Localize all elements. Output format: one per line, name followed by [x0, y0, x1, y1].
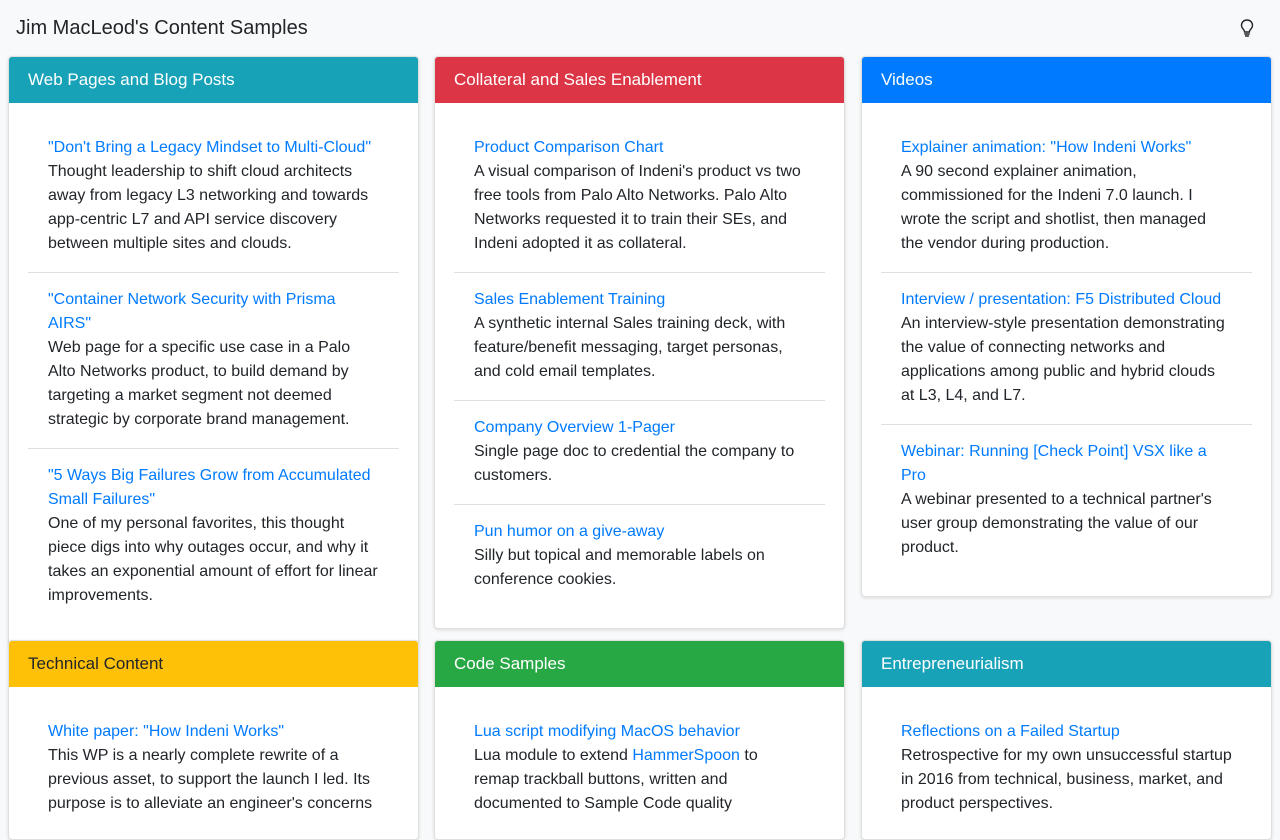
item-description: An interview-style presentation demonstr… — [901, 315, 1225, 404]
item-link[interactable]: "5 Ways Big Failures Grow from Accumulat… — [48, 464, 379, 512]
list-item: Company Overview 1-Pager Single page doc… — [454, 409, 825, 505]
card-header: Web Pages and Blog Posts — [9, 57, 418, 103]
item-description: A 90 second explainer animation, commiss… — [901, 163, 1207, 252]
item-description: A webinar presented to a technical partn… — [901, 491, 1212, 556]
list-item: Explainer animation: "How Indeni Works" … — [881, 129, 1252, 273]
item-link[interactable]: Webinar: Running [Check Point] VSX like … — [901, 440, 1232, 488]
card-web-pages: Web Pages and Blog Posts "Don't Bring a … — [8, 56, 419, 645]
card-collateral: Collateral and Sales Enablement Product … — [434, 56, 845, 629]
card-header: Videos — [862, 57, 1271, 103]
card-body: "Don't Bring a Legacy Mindset to Multi-C… — [9, 103, 418, 644]
item-link[interactable]: White paper: "How Indeni Works" — [48, 720, 379, 744]
card-body: Product Comparison Chart A visual compar… — [435, 103, 844, 628]
list-item: "5 Ways Big Failures Grow from Accumulat… — [28, 457, 399, 624]
item-link[interactable]: Explainer animation: "How Indeni Works" — [901, 136, 1232, 160]
card-header: Collateral and Sales Enablement — [435, 57, 844, 103]
card-header: Entrepreneurialism — [862, 641, 1271, 687]
list-item: "Container Network Security with Prisma … — [28, 281, 399, 449]
card-videos: Videos Explainer animation: "How Indeni … — [861, 56, 1272, 597]
lightbulb-icon[interactable] — [1237, 18, 1257, 38]
item-link[interactable]: Reflections on a Failed Startup — [901, 720, 1232, 744]
item-description: One of my personal favorites, this thoug… — [48, 515, 378, 604]
list-item: Webinar: Running [Check Point] VSX like … — [881, 433, 1252, 576]
item-description: Silly but topical and memorable labels o… — [474, 547, 765, 588]
list-item: Pun humor on a give-away Silly but topic… — [454, 513, 825, 608]
item-link[interactable]: "Don't Bring a Legacy Mindset to Multi-C… — [48, 136, 379, 160]
item-link[interactable]: Sales Enablement Training — [474, 288, 805, 312]
card-code-samples: Code Samples Lua script modifying MacOS … — [434, 640, 845, 840]
card-header: Technical Content — [9, 641, 418, 687]
list-item: "Don't Bring a Legacy Mindset to Multi-C… — [28, 129, 399, 273]
item-link[interactable]: Company Overview 1-Pager — [474, 416, 805, 440]
item-link[interactable]: Interview / presentation: F5 Distributed… — [901, 288, 1232, 312]
list-item: White paper: "How Indeni Works" This WP … — [28, 713, 399, 832]
card-body: Lua script modifying MacOS behavior Lua … — [435, 687, 844, 839]
item-description: Lua module to extend HammerSpoon to rema… — [474, 744, 805, 816]
card-body: White paper: "How Indeni Works" This WP … — [9, 687, 418, 839]
list-item: Product Comparison Chart A visual compar… — [454, 129, 825, 273]
hammerspoon-link[interactable]: HammerSpoon — [632, 747, 740, 764]
list-item: Interview / presentation: F5 Distributed… — [881, 281, 1252, 425]
card-entrepreneurialism: Entrepreneurialism Reflections on a Fail… — [861, 640, 1272, 840]
item-description: Retrospective for my own unsuccessful st… — [901, 747, 1232, 812]
list-item: Sales Enablement Training A synthetic in… — [454, 281, 825, 401]
site-title: Jim MacLeod's Content Samples — [16, 17, 308, 39]
list-item: Lua script modifying MacOS behavior Lua … — [454, 713, 825, 832]
top-bar: Jim MacLeod's Content Samples — [0, 0, 1280, 56]
item-link[interactable]: Pun humor on a give-away — [474, 520, 805, 544]
card-body: Reflections on a Failed Startup Retrospe… — [862, 687, 1271, 839]
item-link[interactable]: Product Comparison Chart — [474, 136, 805, 160]
item-description: Web page for a specific use case in a Pa… — [48, 339, 351, 428]
item-link[interactable]: Lua script modifying MacOS behavior — [474, 720, 805, 744]
item-description: A visual comparison of Indeni's product … — [474, 163, 801, 252]
description-text: Lua module to extend — [474, 747, 633, 764]
item-description: Thought leadership to shift cloud archit… — [48, 163, 369, 252]
card-body: Explainer animation: "How Indeni Works" … — [862, 103, 1271, 596]
item-description: A synthetic internal Sales training deck… — [474, 315, 786, 380]
item-description: Single page doc to credential the compan… — [474, 443, 795, 484]
item-link[interactable]: "Container Network Security with Prisma … — [48, 288, 379, 336]
card-technical-content: Technical Content White paper: "How Inde… — [8, 640, 419, 840]
card-header: Code Samples — [435, 641, 844, 687]
item-description: This WP is a nearly complete rewrite of … — [48, 747, 373, 812]
list-item: Reflections on a Failed Startup Retrospe… — [881, 713, 1252, 832]
